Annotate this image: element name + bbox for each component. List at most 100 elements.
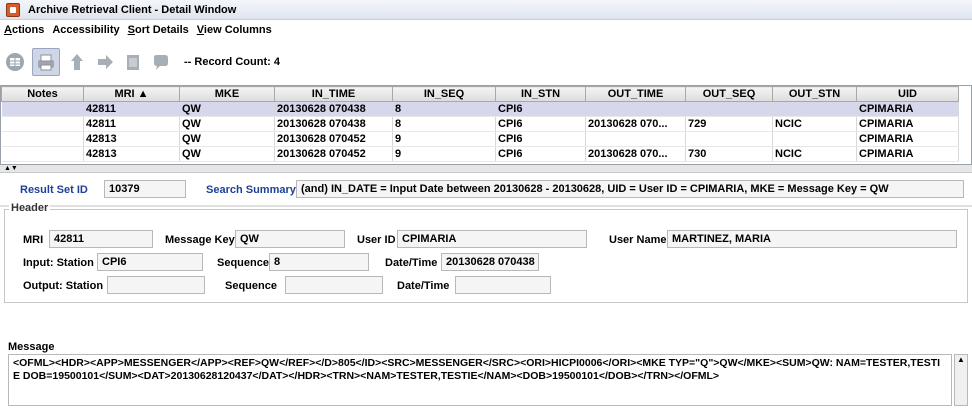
search-summary-label: Search Summary [206, 184, 296, 196]
user-name-label: User Name [609, 234, 667, 246]
message-section: Message <OFML><HDR><APP>MESSENGER</APP><… [4, 336, 968, 409]
menu-bar: Actions Accessibility Sort Details View … [0, 21, 972, 39]
user-name-field[interactable]: MARTINEZ, MARIA [667, 230, 957, 248]
message-scrollbar[interactable]: ▲ [954, 354, 968, 406]
table-row[interactable]: 42813 QW 20130628 070452 9 CPI6 20130628… [1, 146, 959, 162]
cell-out-time [585, 131, 686, 147]
table-row[interactable]: 42811 QW 20130628 070438 8 CPI6 20130628… [1, 116, 959, 132]
output-sequence-field[interactable] [285, 276, 383, 294]
cell-in-stn: CPI6 [495, 101, 586, 117]
cell-out-time [585, 101, 686, 117]
column-header-notes[interactable]: Notes [1, 86, 84, 102]
column-header-out-seq[interactable]: OUT_SEQ [685, 86, 773, 102]
cell-in-time: 20130628 070438 [274, 116, 393, 132]
input-station-label: Input: Station [23, 257, 94, 269]
cell-out-seq [685, 101, 773, 117]
output-sequence-label: Sequence [225, 280, 277, 292]
cell-notes [1, 131, 84, 147]
cell-out-stn: NCIC [772, 116, 857, 132]
input-station-field[interactable]: CPI6 [97, 253, 203, 271]
cell-mri: 42813 [83, 131, 180, 147]
cell-uid: CPIMARIA [856, 101, 959, 117]
user-id-field[interactable]: CPIMARIA [397, 230, 587, 248]
section-divider [0, 205, 972, 207]
column-header-mke[interactable]: MKE [179, 86, 275, 102]
cell-out-time: 20130628 070... [585, 116, 686, 132]
grid-view-icon[interactable] [4, 51, 26, 73]
document-icon[interactable] [122, 51, 144, 73]
pane-splitter[interactable]: ▲▼ [0, 165, 972, 173]
cell-mke: QW [179, 101, 275, 117]
cell-out-stn [772, 131, 857, 147]
cell-mri: 42811 [83, 101, 180, 117]
cell-in-seq: 9 [392, 146, 496, 162]
header-group: Header MRI 42811 Message Key QW User ID … [4, 202, 968, 303]
mri-label: MRI [23, 234, 44, 246]
title-bar: Archive Retrieval Client - Detail Window [0, 0, 972, 20]
grid-header-row: Notes MRI ▲ MKE IN_TIME IN_SEQ IN_STN OU… [1, 86, 959, 102]
search-summary-field[interactable]: (and) IN_DATE = Input Date between 20130… [296, 180, 964, 198]
cell-in-stn: CPI6 [495, 116, 586, 132]
column-header-in-stn[interactable]: IN_STN [495, 86, 586, 102]
comment-icon[interactable] [150, 51, 172, 73]
column-header-uid[interactable]: UID [856, 86, 959, 102]
message-key-label: Message Key [165, 234, 235, 246]
cell-out-stn: NCIC [772, 146, 857, 162]
input-datetime-label: Date/Time [385, 257, 438, 269]
column-header-mri[interactable]: MRI ▲ [83, 86, 180, 102]
table-row[interactable]: 42811 QW 20130628 070438 8 CPI6 CPIMARIA [1, 101, 959, 117]
window-title: Archive Retrieval Client - Detail Window [28, 3, 237, 16]
column-header-out-time[interactable]: OUT_TIME [585, 86, 686, 102]
result-set-id-label: Result Set ID [20, 184, 88, 196]
results-grid[interactable]: Notes MRI ▲ MKE IN_TIME IN_SEQ IN_STN OU… [0, 85, 972, 165]
message-textarea[interactable]: <OFML><HDR><APP>MESSENGER</APP><REF>QW</… [8, 354, 952, 406]
app-icon [6, 2, 20, 17]
menu-actions[interactable]: Actions [4, 24, 44, 36]
menu-sort-details[interactable]: Sort Details [128, 24, 189, 36]
menu-accessibility[interactable]: Accessibility [52, 24, 119, 36]
cell-mri: 42813 [83, 146, 180, 162]
table-row[interactable]: 42813 QW 20130628 070452 9 CPI6 CPIMARIA [1, 131, 959, 147]
cell-out-seq: 730 [685, 146, 773, 162]
message-key-field[interactable]: QW [235, 230, 345, 248]
scroll-up-icon[interactable]: ▲ [957, 355, 965, 364]
cell-out-seq: 729 [685, 116, 773, 132]
input-sequence-label: Sequence [217, 257, 269, 269]
user-id-label: User ID [357, 234, 396, 246]
output-station-field[interactable] [107, 276, 205, 294]
result-set-id-field[interactable]: 10379 [104, 180, 186, 198]
cell-out-stn [772, 101, 857, 117]
cell-mri: 42811 [83, 116, 180, 132]
output-station-label: Output: Station [23, 280, 104, 292]
cell-uid: CPIMARIA [856, 116, 959, 132]
print-icon[interactable] [32, 48, 60, 76]
menu-view-columns[interactable]: View Columns [197, 24, 272, 36]
splitter-arrows-icon[interactable]: ▲▼ [4, 165, 18, 172]
column-header-out-stn[interactable]: OUT_STN [772, 86, 857, 102]
column-header-in-time[interactable]: IN_TIME [274, 86, 393, 102]
fingerprint-icon[interactable] [66, 51, 88, 73]
input-datetime-field[interactable]: 20130628 070438 [441, 253, 539, 271]
mri-field[interactable]: 42811 [49, 230, 153, 248]
forward-arrow-icon[interactable] [94, 51, 116, 73]
cell-out-seq [685, 131, 773, 147]
cell-mke: QW [179, 116, 275, 132]
output-datetime-label: Date/Time [397, 280, 450, 292]
cell-in-time: 20130628 070452 [274, 146, 393, 162]
cell-notes [1, 101, 84, 117]
column-header-in-seq[interactable]: IN_SEQ [392, 86, 496, 102]
cell-uid: CPIMARIA [856, 146, 959, 162]
cell-out-time: 20130628 070... [585, 146, 686, 162]
cell-in-seq: 8 [392, 101, 496, 117]
cell-in-stn: CPI6 [495, 131, 586, 147]
cell-mke: QW [179, 131, 275, 147]
result-summary-row: Result Set ID 10379 Search Summary (and)… [0, 174, 972, 204]
output-datetime-field[interactable] [455, 276, 551, 294]
cell-in-time: 20130628 070438 [274, 101, 393, 117]
cell-notes [1, 116, 84, 132]
cell-mke: QW [179, 146, 275, 162]
cell-in-seq: 9 [392, 131, 496, 147]
cell-notes [1, 146, 84, 162]
input-sequence-field[interactable]: 8 [269, 253, 369, 271]
header-legend: Header [9, 202, 51, 214]
